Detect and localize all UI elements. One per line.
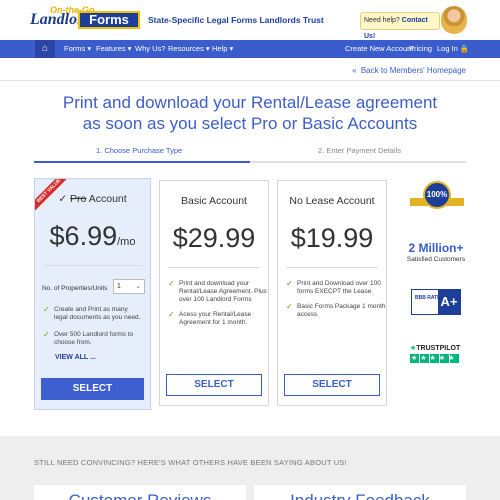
pro-price-period: /mo — [117, 236, 136, 248]
support-agent-avatar — [441, 6, 467, 34]
step-enter-payment: 2. Enter Payment Details — [318, 146, 401, 155]
divider — [0, 80, 500, 81]
nav-forms[interactable]: Forms ▾ — [64, 40, 91, 58]
basic-plan-price: $29.99 — [172, 223, 256, 253]
bbb-grade: A+ — [438, 290, 460, 314]
help-prefix: Need help? — [364, 17, 400, 24]
select-no-lease-button[interactable]: SELECT — [284, 374, 380, 396]
headline-line-2: as soon as you select Pro or Basic Accou… — [82, 114, 418, 133]
view-all-link[interactable]: VIEW ALL ... — [55, 354, 96, 361]
nav-why-us[interactable]: Why Us? — [135, 40, 165, 58]
select-pro-button[interactable]: SELECT — [41, 378, 144, 400]
nav-login[interactable]: Log In 🔒 — [437, 40, 469, 58]
chevron-down-icon: ⌄ — [135, 283, 141, 290]
pro-title-strike: Pro — [70, 193, 87, 205]
feature-text: Over 500 Landlord forms to choose from. — [54, 331, 134, 346]
check-icon: ✓ — [168, 279, 175, 288]
purchase-steps: 1. Choose Purchase Type 2. Enter Payment… — [34, 146, 466, 163]
customer-count-label: Satisfied Customers — [406, 256, 466, 263]
basic-feature: ✓ Acess your Rental/Lease Agreement for 1… — [168, 311, 268, 327]
back-arrow-icon: « — [352, 66, 357, 75]
customer-reviews-title: Customer Reviews — [34, 491, 246, 500]
pro-feature: ✓ Over 500 Landlord forms to choose from. — [43, 331, 143, 347]
no-lease-plan-title: No Lease Account — [289, 195, 375, 207]
check-icon: ✓ — [168, 310, 175, 319]
nav-resources[interactable]: Resources ▾ — [168, 40, 210, 58]
main-nav: ⌂ Forms ▾ Features ▾ Why Us? Resources ▾… — [0, 40, 500, 58]
no-lease-feature: ✓ Basic Forms Package 1 month access — [286, 303, 386, 319]
feature-text: Print and download your Rental/Lease Agr… — [179, 280, 267, 303]
basic-plan-card: Basic Account $29.99 ✓ Print and download… — [159, 180, 269, 406]
divider — [168, 267, 260, 268]
units-label: No. of Properties/Units — [42, 285, 108, 292]
site-header: Landlord On-the-Go Forms State-Specific … — [0, 0, 500, 40]
check-icon: ✓ — [286, 302, 293, 311]
pro-feature: ✓ Create and Print as many legal document… — [43, 306, 143, 322]
nav-create-account[interactable]: Create New Account — [345, 40, 413, 58]
no-lease-plan-card: No Lease Account $19.99 ✓ Print and Downl… — [277, 180, 387, 406]
logo-box-text: Forms — [78, 11, 140, 29]
basic-feature: ✓ Print and download your Rental/Lease Ag… — [168, 280, 268, 304]
check-icon: ✓ — [286, 279, 293, 288]
site-logo[interactable]: Landlord On-the-Go Forms — [30, 5, 142, 33]
industry-feedback-panel: Industry Feedback — [254, 485, 466, 500]
step-progress-fill — [34, 161, 250, 163]
pro-title-rest: Account — [88, 193, 127, 205]
nav-help[interactable]: Help ▾ — [212, 40, 233, 58]
pro-plan-title: ✓ Pro Account — [35, 193, 150, 205]
no-lease-feature: ✓ Print and Download over 100 forms EXECP… — [286, 280, 386, 296]
pro-plan-card: BEST VALUE ✓ Pro Account $6.99/mo No. of… — [34, 178, 151, 410]
site-tagline: State-Specific Legal Forms Landlords Tru… — [148, 15, 324, 25]
bbb-rating-badge: BBB RATING A+ — [411, 289, 461, 315]
testimonials-heading: STILL NEED CONVINCING? HERE'S WHAT OTHER… — [34, 458, 347, 467]
step-choose-purchase-type: 1. Choose Purchase Type — [96, 146, 183, 155]
feature-text: Print and Download over 100 forms EXECPT… — [297, 280, 381, 295]
home-icon[interactable]: ⌂ — [35, 40, 55, 58]
feature-text: Acess your Rental/Lease Agreement for 1 … — [179, 311, 252, 326]
feature-text: Basic Forms Package 1 month access — [297, 303, 386, 318]
trustpilot-label: TRUSTPILOT — [416, 345, 461, 352]
check-icon: ✓ — [43, 305, 50, 314]
pro-plan-price: $6.99/mo — [35, 221, 150, 252]
help-box: Need help? Contact Us! — [360, 12, 440, 40]
units-select[interactable]: 1 ⌄ — [113, 279, 145, 294]
customer-reviews-panel: Customer Reviews — [34, 485, 246, 500]
basic-plan-title: Basic Account — [181, 195, 247, 207]
trustpilot-stars: ★★★★★ — [410, 354, 460, 363]
divider — [286, 267, 378, 268]
guarantee-badge: 100% — [410, 181, 464, 217]
units-value: 1 — [117, 283, 121, 290]
trustpilot-badge: ★TRUSTPILOT ★★★★★ — [410, 344, 466, 363]
headline-line-1: Print and download your Rental/Lease agr… — [62, 93, 438, 112]
back-to-homepage-link[interactable]: « Back to Members' Homepage — [352, 66, 466, 75]
guarantee-seal: 100% — [423, 181, 451, 209]
nav-pricing[interactable]: Pricing — [409, 40, 432, 58]
back-target: Members' Homepage — [389, 66, 466, 75]
no-lease-plan-price: $19.99 — [290, 223, 374, 253]
check-icon: ✓ — [43, 330, 50, 339]
testimonials-section: STILL NEED CONVINCING? HERE'S WHAT OTHER… — [0, 436, 500, 500]
check-icon: ✓ — [58, 193, 68, 205]
step-progress-bar — [34, 161, 466, 163]
page-headline: Print and download your Rental/Lease agr… — [30, 92, 470, 134]
pro-price-value: $6.99 — [49, 221, 118, 251]
select-basic-button[interactable]: SELECT — [166, 374, 262, 396]
nav-features[interactable]: Features ▾ — [96, 40, 131, 58]
feature-text: Create and Print as many legal documents… — [54, 306, 141, 321]
divider — [43, 265, 142, 266]
customer-count: 2 Million+ — [408, 241, 464, 255]
back-prefix: Back to — [360, 66, 388, 75]
trustpilot-name: ★TRUSTPILOT — [410, 344, 466, 352]
industry-feedback-title: Industry Feedback — [254, 491, 466, 500]
